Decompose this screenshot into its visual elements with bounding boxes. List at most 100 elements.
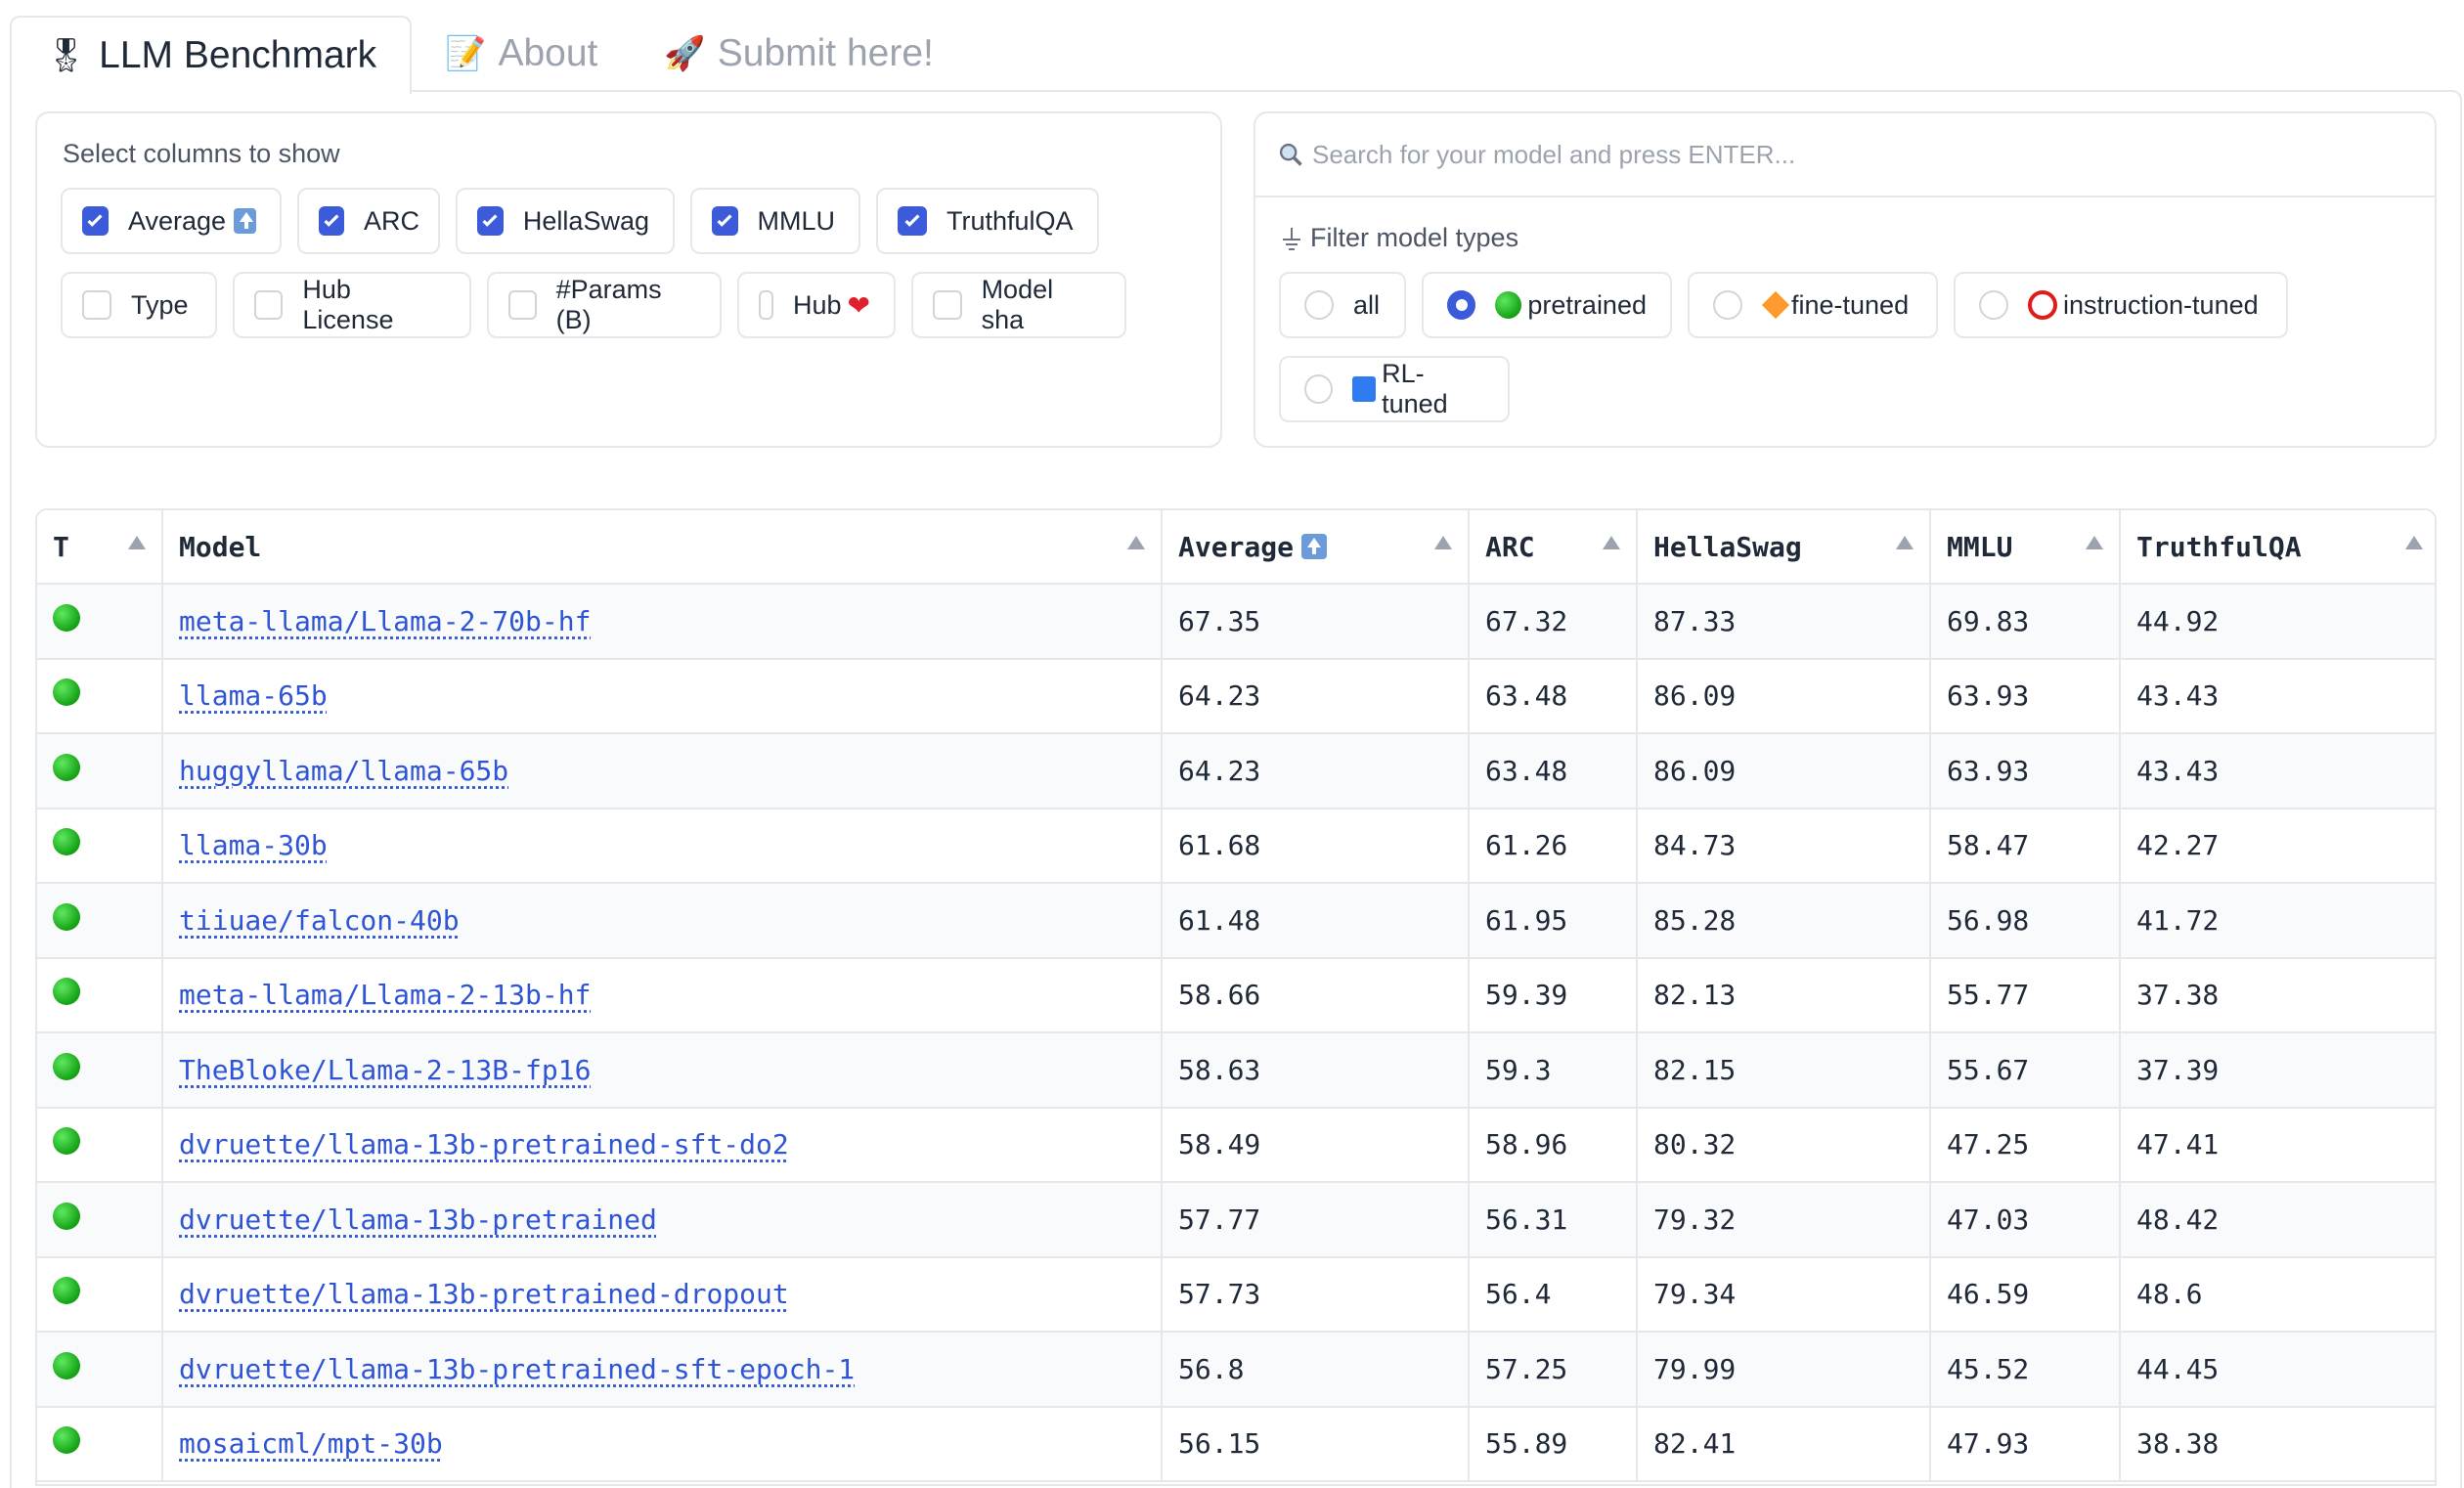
model-link[interactable]: dvruette/llama-13b-pretrained [179, 1204, 657, 1236]
checkbox-hub[interactable]: Hub ❤ [737, 272, 896, 338]
arc-cell: 61.26 [1469, 808, 1638, 884]
model-link[interactable]: meta-llama/Llama-2-70b-hf [179, 605, 591, 637]
sort-icon [1603, 536, 1620, 549]
checkbox-type[interactable]: Type [61, 272, 217, 338]
model-link[interactable]: mosaicml/mpt-30b [179, 1427, 443, 1460]
pretrained-type-icon [53, 1277, 80, 1305]
arc-cell: 59.3 [1469, 1032, 1638, 1109]
radio-unselected-icon [1304, 290, 1334, 320]
radio-pretrained[interactable]: pretrained [1422, 272, 1672, 338]
arc-cell: 59.39 [1469, 957, 1638, 1033]
search-input[interactable]: Search for your model and press ENTER... [1255, 113, 2435, 197]
checkbox-unchecked-icon [82, 290, 111, 320]
column-header-mmlu[interactable]: MMLU [1930, 510, 2121, 585]
model-link[interactable]: llama-65b [179, 679, 328, 712]
mmlu-cell: 55.67 [1930, 1032, 2121, 1109]
hellaswag-cell: 85.28 [1637, 883, 1931, 959]
radio-label: all [1353, 289, 1381, 320]
tab-about[interactable]: 📝 About [412, 16, 631, 92]
tab-label: About [498, 32, 598, 74]
radio-label: instruction-tuned [2063, 289, 2259, 320]
model-link[interactable]: huggyllama/llama-65b [179, 755, 508, 787]
radio-fine-tuned[interactable]: fine-tuned [1688, 272, 1938, 338]
type-cell [37, 658, 163, 734]
checkbox-hub-license[interactable]: Hub License [233, 272, 471, 338]
checkbox-truthfulqa[interactable]: TruthfulQA [876, 188, 1099, 254]
tab-submit[interactable]: 🚀 Submit here! [631, 16, 966, 92]
checkbox-unchecked-icon [759, 290, 773, 320]
average-cell: 58.63 [1162, 1032, 1470, 1109]
checkbox-checked-icon [712, 206, 738, 236]
column-header-model[interactable]: Model [162, 510, 1163, 585]
type-cell [37, 1406, 163, 1482]
column-header-average[interactable]: Average [1162, 510, 1470, 585]
column-selector-title: Select columns to show [63, 139, 340, 168]
red-ring-icon [2028, 290, 2057, 320]
truthfulqa-cell: 41.72 [2120, 883, 2435, 959]
truthfulqa-cell: 44.92 [2120, 584, 2435, 660]
mmlu-cell: 58.47 [1930, 808, 2121, 884]
checkbox-mmlu[interactable]: MMLU [690, 188, 860, 254]
pretrained-type-icon [53, 1202, 80, 1230]
table-row: mosaicml/mpt-30b 56.15 55.89 82.41 47.93 38.3… [37, 1406, 2435, 1482]
hellaswag-cell: 82.13 [1637, 957, 1931, 1033]
model-cell: llama-30b [162, 808, 1163, 884]
checkbox-arc[interactable]: ARC [297, 188, 440, 254]
arc-cell: 63.48 [1469, 658, 1638, 734]
average-cell: 58.49 [1162, 1107, 1470, 1183]
mmlu-cell: 69.83 [1930, 584, 2121, 660]
checkbox-model-sha[interactable]: Model sha [911, 272, 1126, 338]
table-row: dvruette/llama-13b-pretrained 57.77 56.31 7… [37, 1182, 2435, 1258]
arc-cell: 63.48 [1469, 733, 1638, 810]
radio-rl-tuned[interactable]: RL-tuned [1279, 356, 1510, 422]
truthfulqa-cell: 38.38 [2120, 1406, 2435, 1482]
model-cell: tiiuae/falcon-40b [162, 883, 1163, 959]
radio-all[interactable]: all [1279, 272, 1406, 338]
type-cell [37, 1332, 163, 1408]
filter-icon [1283, 227, 1300, 250]
checkbox-average[interactable]: Average [61, 188, 282, 254]
column-header-type[interactable]: T [37, 510, 163, 585]
average-cell: 61.48 [1162, 883, 1470, 959]
radio-instruction-tuned[interactable]: instruction-tuned [1954, 272, 2288, 338]
sort-icon [2405, 536, 2423, 549]
model-link[interactable]: dvruette/llama-13b-pretrained-sft-do2 [179, 1128, 789, 1160]
checkbox-params[interactable]: #Params (B) [487, 272, 722, 338]
model-cell: TheBloke/Llama-2-13B-fp16 [162, 1032, 1163, 1109]
checkbox-label: ARC [364, 205, 420, 236]
table-row: llama-65b 64.23 63.48 86.09 63.93 43.43 [37, 658, 2435, 734]
type-cell [37, 1032, 163, 1109]
search-icon [1279, 143, 1302, 166]
model-link[interactable]: llama-30b [179, 829, 328, 861]
model-link[interactable]: dvruette/llama-13b-pretrained-dropout [179, 1278, 789, 1310]
table-row: meta-llama/Llama-2-13b-hf 58.66 59.39 82.13… [37, 957, 2435, 1033]
arc-cell: 61.95 [1469, 883, 1638, 959]
pretrained-type-icon [53, 902, 80, 931]
model-cell: llama-65b [162, 658, 1163, 734]
column-header-hellaswag[interactable]: HellaSwag [1637, 510, 1931, 585]
hellaswag-cell: 79.34 [1637, 1256, 1931, 1333]
table-row: huggyllama/llama-65b 64.23 63.48 86.09 63.93… [37, 733, 2435, 810]
type-cell [37, 808, 163, 884]
average-cell: 57.73 [1162, 1256, 1470, 1333]
memo-icon: 📝 [445, 35, 487, 72]
sort-icon [128, 536, 146, 549]
model-link[interactable]: meta-llama/Llama-2-13b-hf [179, 979, 591, 1011]
hellaswag-cell: 82.41 [1637, 1406, 1931, 1482]
hellaswag-cell: 82.15 [1637, 1032, 1931, 1109]
checkbox-label: Average [127, 205, 227, 236]
column-header-truthfulqa[interactable]: TruthfulQA [2120, 510, 2435, 585]
model-link[interactable]: TheBloke/Llama-2-13B-fp16 [179, 1054, 591, 1086]
tab-llm-benchmark[interactable]: 🎖 LLM Benchmark [10, 16, 413, 94]
average-cell: 56.8 [1162, 1332, 1470, 1408]
model-link[interactable]: tiiuae/falcon-40b [179, 904, 460, 937]
table-header-row: T Model Average ARC HellaSwag MMLU Truth… [37, 510, 2435, 585]
mmlu-cell: 55.77 [1930, 957, 2121, 1033]
tab-bar: 🎖 LLM Benchmark 📝 About 🚀 Submit here! [10, 16, 967, 94]
type-cell [37, 1107, 163, 1183]
truthfulqa-cell: 47.41 [2120, 1107, 2435, 1183]
column-header-arc[interactable]: ARC [1469, 510, 1638, 585]
model-link[interactable]: dvruette/llama-13b-pretrained-sft-epoch-… [179, 1353, 855, 1385]
checkbox-hellaswag[interactable]: HellaSwag [456, 188, 675, 254]
type-cell [37, 584, 163, 660]
